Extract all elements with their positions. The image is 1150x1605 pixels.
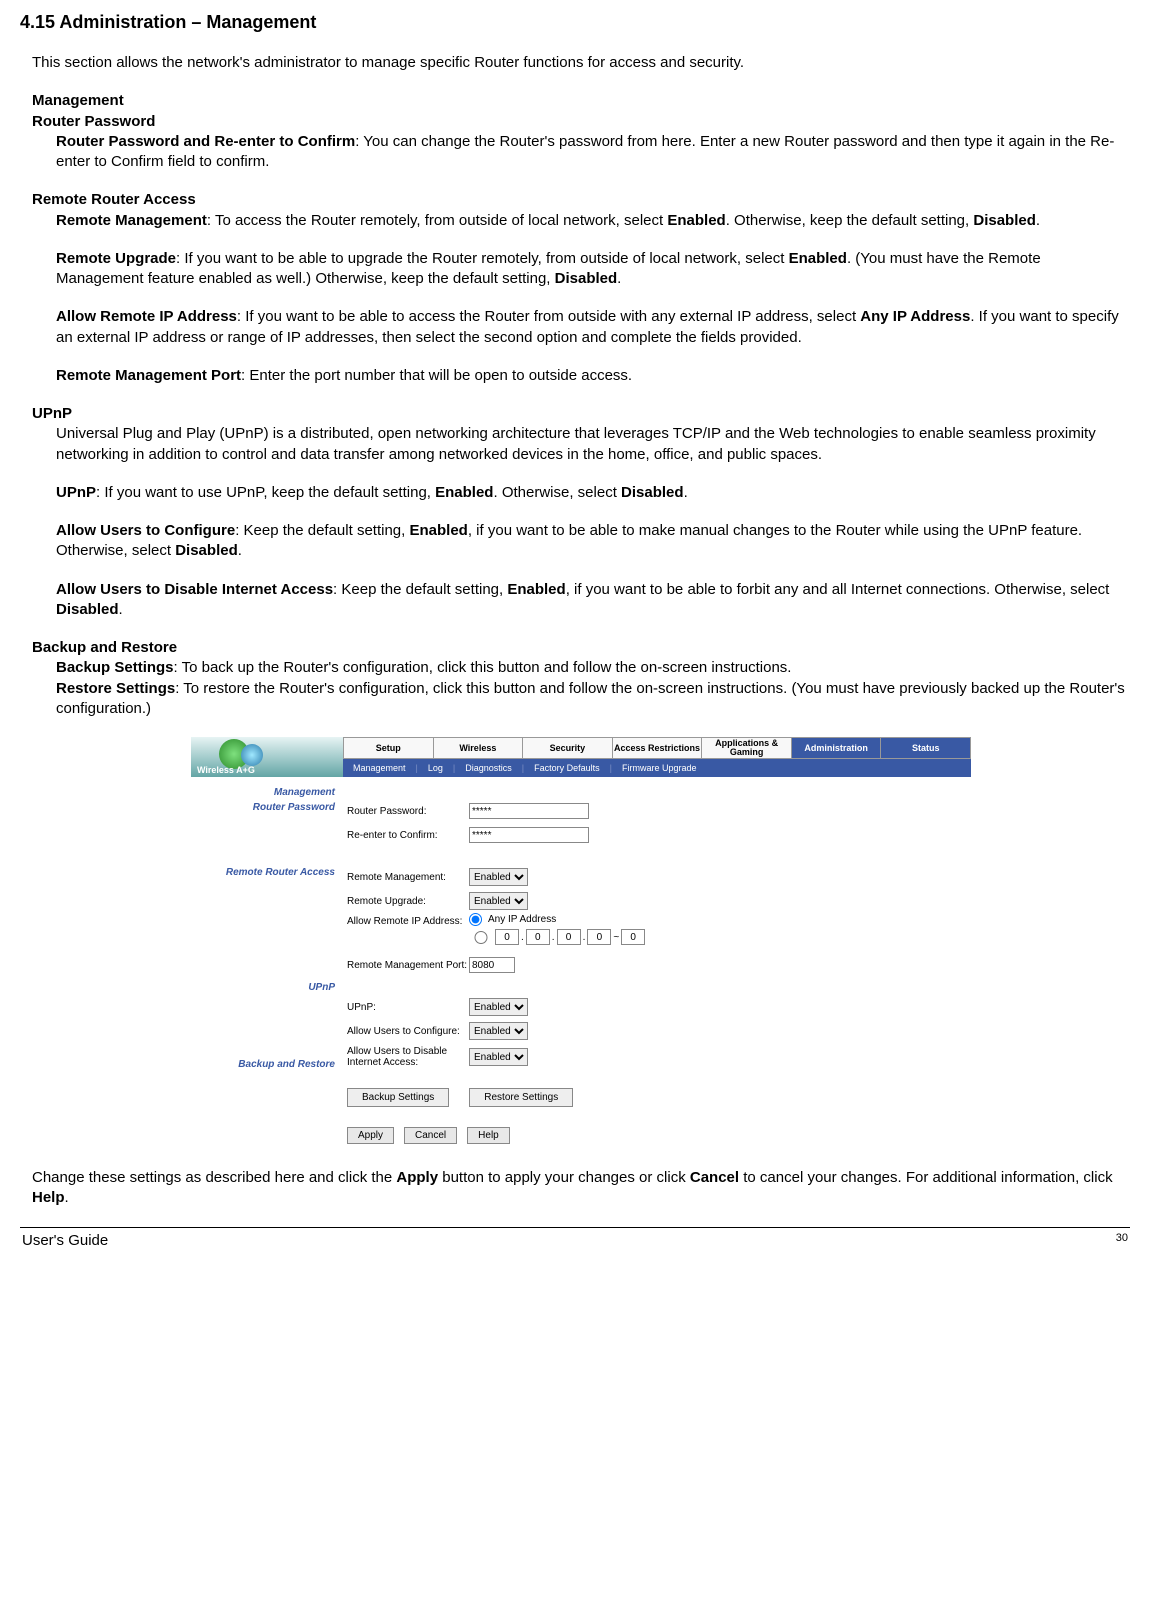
- section-upnp: UPnP: [32, 404, 1130, 424]
- side-upnp: UPnP: [191, 982, 335, 997]
- subtab-diagnostics[interactable]: Diagnostics: [455, 763, 522, 773]
- input-router-password[interactable]: [469, 803, 589, 819]
- select-allow-config[interactable]: Enabled: [469, 1022, 528, 1040]
- side-backup-restore: Backup and Restore: [191, 1059, 335, 1074]
- sub-tabs: Management| Log| Diagnostics| Factory De…: [343, 759, 971, 777]
- label-router-password: Router Password:: [347, 806, 469, 817]
- select-remote-mgmt[interactable]: Enabled: [469, 868, 528, 886]
- select-remote-upgrade[interactable]: Enabled: [469, 892, 528, 910]
- footer-page: 30: [1116, 1232, 1128, 1249]
- restore-desc: Restore Settings: To restore the Router'…: [56, 679, 1130, 720]
- ip-octet-2[interactable]: [526, 929, 550, 945]
- radio-any-ip[interactable]: [469, 913, 482, 926]
- footer-guide: User's Guide: [22, 1232, 108, 1249]
- label-upnp: UPnP:: [347, 1002, 469, 1013]
- label-remote-port: Remote Management Port:: [347, 960, 469, 971]
- upnp-setting-desc: UPnP: If you want to use UPnP, keep the …: [56, 483, 1130, 503]
- subtab-factory-defaults[interactable]: Factory Defaults: [524, 763, 610, 773]
- intro-text: This section allows the network's admini…: [32, 53, 1130, 73]
- ip-octet-3[interactable]: [557, 929, 581, 945]
- backup-settings-button[interactable]: Backup Settings: [347, 1088, 449, 1107]
- remote-port-desc: Remote Management Port: Enter the port n…: [56, 366, 1130, 386]
- label-remote-mgmt: Remote Management:: [347, 872, 469, 883]
- tab-status[interactable]: Status: [880, 737, 971, 759]
- apply-button[interactable]: Apply: [347, 1127, 394, 1144]
- tab-access-restrictions[interactable]: Access Restrictions: [612, 737, 702, 759]
- subtab-log[interactable]: Log: [418, 763, 453, 773]
- allow-disable-desc: Allow Users to Disable Internet Access: …: [56, 580, 1130, 621]
- subtab-management[interactable]: Management: [343, 763, 416, 773]
- brand-text: Wireless A+G: [197, 765, 255, 775]
- remote-upgrade-desc: Remote Upgrade: If you want to be able t…: [56, 249, 1130, 290]
- label-remote-upgrade: Remote Upgrade:: [347, 896, 469, 907]
- tab-administration[interactable]: Administration: [791, 737, 881, 759]
- closing-text: Change these settings as described here …: [32, 1168, 1130, 1209]
- tab-security[interactable]: Security: [522, 737, 612, 759]
- restore-settings-button[interactable]: Restore Settings: [469, 1088, 573, 1107]
- input-remote-port[interactable]: [469, 957, 515, 973]
- section-management: Management: [32, 91, 1130, 111]
- input-reenter[interactable]: [469, 827, 589, 843]
- tab-applications-gaming[interactable]: Applications & Gaming: [701, 737, 791, 759]
- section-backup-restore: Backup and Restore: [32, 638, 1130, 658]
- subtab-firmware-upgrade[interactable]: Firmware Upgrade: [612, 763, 707, 773]
- ip-octet-4[interactable]: [587, 929, 611, 945]
- side-management: Management: [191, 787, 335, 802]
- router-password-desc: Router Password and Re-enter to Confirm:…: [56, 132, 1130, 173]
- label-allow-remote-ip: Allow Remote IP Address:: [347, 913, 469, 927]
- main-tabs: Setup Wireless Security Access Restricti…: [343, 737, 971, 759]
- ip-octet-1[interactable]: [495, 929, 519, 945]
- tab-wireless[interactable]: Wireless: [433, 737, 523, 759]
- radio-any-ip-label: Any IP Address: [488, 914, 556, 925]
- allow-config-desc: Allow Users to Configure: Keep the defau…: [56, 521, 1130, 562]
- remote-mgmt-desc: Remote Management: To access the Router …: [56, 211, 1130, 231]
- brand-panel: Wireless A+G: [191, 737, 343, 777]
- help-button[interactable]: Help: [467, 1127, 510, 1144]
- ip-range-end[interactable]: [621, 929, 645, 945]
- router-screenshot: Wireless A+G Setup Wireless Security Acc…: [191, 737, 971, 1150]
- upnp-desc: Universal Plug and Play (UPnP) is a dist…: [56, 424, 1130, 465]
- allow-remote-ip-desc: Allow Remote IP Address: If you want to …: [56, 307, 1130, 348]
- label-allow-config: Allow Users to Configure:: [347, 1026, 469, 1037]
- label-allow-disable: Allow Users to Disable Internet Access:: [347, 1046, 469, 1068]
- page-heading: 4.15 Administration – Management: [20, 12, 1130, 33]
- cancel-button[interactable]: Cancel: [404, 1127, 457, 1144]
- select-upnp[interactable]: Enabled: [469, 998, 528, 1016]
- tab-setup[interactable]: Setup: [343, 737, 433, 759]
- select-allow-disable[interactable]: Enabled: [469, 1048, 528, 1066]
- radio-specific-ip[interactable]: [469, 931, 493, 944]
- label-reenter: Re-enter to Confirm:: [347, 830, 469, 841]
- section-remote-access: Remote Router Access: [32, 190, 1130, 210]
- side-router-password: Router Password: [191, 802, 335, 817]
- side-remote-access: Remote Router Access: [191, 867, 335, 882]
- section-router-password: Router Password: [32, 112, 1130, 132]
- backup-desc: Backup Settings: To back up the Router's…: [56, 658, 1130, 678]
